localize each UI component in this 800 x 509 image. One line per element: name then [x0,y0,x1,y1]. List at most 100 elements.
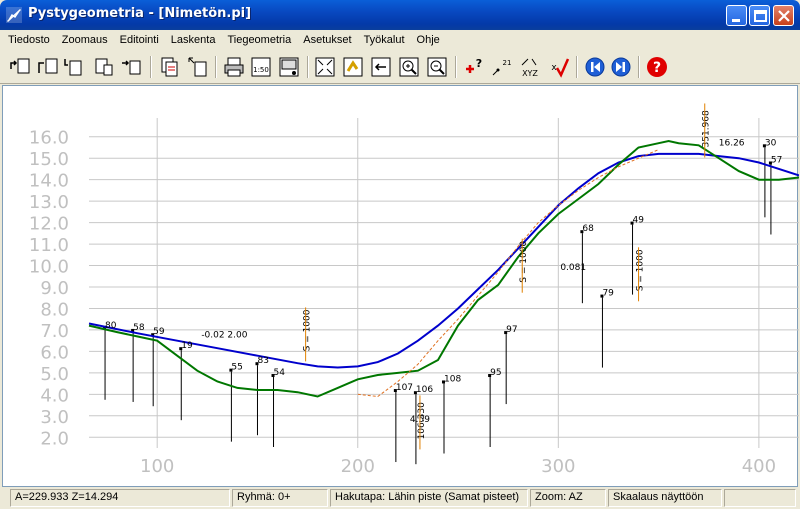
add-point-icon: ? [466,57,482,73]
menu-tyokalut[interactable]: Työkalut [358,34,411,46]
scale-button[interactable]: 1:50 [249,55,273,79]
zoom-extents-icon [315,57,335,77]
print-preview-icon [279,57,299,77]
copy-button[interactable] [158,55,182,79]
svg-text:1:50: 1:50 [253,66,269,74]
menu-tiegeometria[interactable]: Tiegeometria [221,34,297,46]
paste-icon [188,57,207,77]
window-title: Pystygeometria - [Nimetön.pi] [28,6,252,21]
next-icon [611,57,631,77]
profile-chart[interactable]: 16.015.014.013.012.011.010.09.08.07.06.0… [3,86,799,488]
point-label: 57 [771,155,782,165]
series-line [357,149,659,398]
print-preview-button[interactable] [277,55,301,79]
zoom-out-icon [427,57,447,77]
y-tick-label: 10.0 [29,257,69,278]
point-label: S = 1000 [519,241,529,283]
point-label: 97 [506,325,517,335]
point-label: 59 [153,327,165,337]
zoom-out-button[interactable] [425,55,449,79]
point-label: 83 [257,356,268,366]
import-button[interactable] [92,55,116,79]
status-group: Ryhmä: 0+ [232,489,328,507]
zoom-in-icon [399,57,419,77]
export-button[interactable] [120,55,144,79]
status-scale: Skaalaus näyttöön [608,489,722,507]
status-search-mode: Hakutapa: Lähin piste (Samat pisteet) [330,489,528,507]
y-tick-label: 15.0 [29,149,69,170]
point-label: 80 [105,321,117,331]
series-line [88,152,799,369]
help-button[interactable]: ? [645,55,669,79]
menu-zoomaus[interactable]: Zoomaus [56,34,114,46]
toolbar-separator [307,56,309,78]
save-as-button[interactable] [62,55,86,79]
app-icon [6,7,22,23]
minimize-button[interactable] [726,5,747,26]
print-button[interactable] [222,55,246,79]
point-label: 106 [416,385,433,395]
point-label: 16.26 [719,138,745,148]
menu-ohje[interactable]: Ohje [411,34,446,46]
point-label: 351.968 [702,110,712,147]
xyz-icon: XYZ [521,58,538,78]
print-icon [224,57,244,77]
svg-text:?: ? [476,57,482,70]
y-tick-label: 13.0 [29,192,69,213]
zoom-extents-button[interactable] [313,55,337,79]
toolbar-separator [215,56,217,78]
svg-text:?: ? [653,60,661,76]
y-tick-label: 5.0 [40,364,69,385]
next-button[interactable] [609,55,633,79]
zoom-in-button[interactable] [397,55,421,79]
point-label: S = 1000 [636,249,646,291]
title-bar[interactable]: Pystygeometria - [Nimetön.pi] [0,0,800,30]
xyz-button[interactable]: XYZ [518,55,542,79]
svg-text:XYZ: XYZ [522,69,538,78]
profile-canvas[interactable]: 16.0 15.0 14.0 13.0 12.0 11.0 10.0 9.0 8.0 7.0 6.0… [2,85,799,488]
y-tick-label: 4.0 [40,385,69,406]
menu-tiedosto[interactable]: Tiedosto [2,34,56,46]
point-label: 55 [231,363,242,373]
point-label: 79 [602,289,614,299]
status-zoom: Zoom: AZ [530,489,606,507]
import-icon [95,58,113,76]
toolbar-separator [150,56,152,78]
menu-asetukset[interactable]: Asetukset [297,34,357,46]
minimize-icon [732,19,740,22]
menu-editointi[interactable]: Editointi [114,34,165,46]
save-button[interactable] [36,55,60,79]
check-button[interactable]: x [546,55,570,79]
point-label: S = 1000 [303,309,313,351]
point-label: 49 [633,216,645,226]
paste-button[interactable] [186,55,210,79]
save-icon [38,58,58,74]
point-label: 54 [274,368,286,378]
zoom-hand-button[interactable] [341,55,365,79]
maximize-icon [754,10,767,22]
point-label: 107 [396,383,413,393]
previous-button[interactable] [583,55,607,79]
open-button[interactable] [8,55,32,79]
point-label: -0.02 [201,330,224,340]
menu-laskenta[interactable]: Laskenta [165,34,222,46]
zoom-previous-button[interactable] [369,55,393,79]
y-tick-label: 8.0 [40,299,69,320]
y-tick-label: 6.0 [40,342,69,363]
point-label: 58 [133,323,145,333]
menu-bar: Tiedosto Zoomaus Editointi Laskenta Tieg… [0,30,800,50]
x-tick-label: 100 [140,456,174,477]
close-button[interactable] [773,5,794,26]
toolbar: 1:50 ? 21 XYZ x ? [0,50,800,84]
y-tick-label: 11.0 [29,235,69,256]
add-point-button[interactable]: ? [462,55,486,79]
previous-icon [585,57,605,77]
coordinate-point-button[interactable]: 21 [490,55,514,79]
maximize-button[interactable] [749,5,770,26]
y-tick-label: 7.0 [40,321,69,342]
check-icon: x [551,58,570,78]
point-label: 68 [582,224,594,234]
close-icon [778,10,790,22]
y-tick-label: 14.0 [29,171,69,192]
copy-icon [161,57,178,77]
